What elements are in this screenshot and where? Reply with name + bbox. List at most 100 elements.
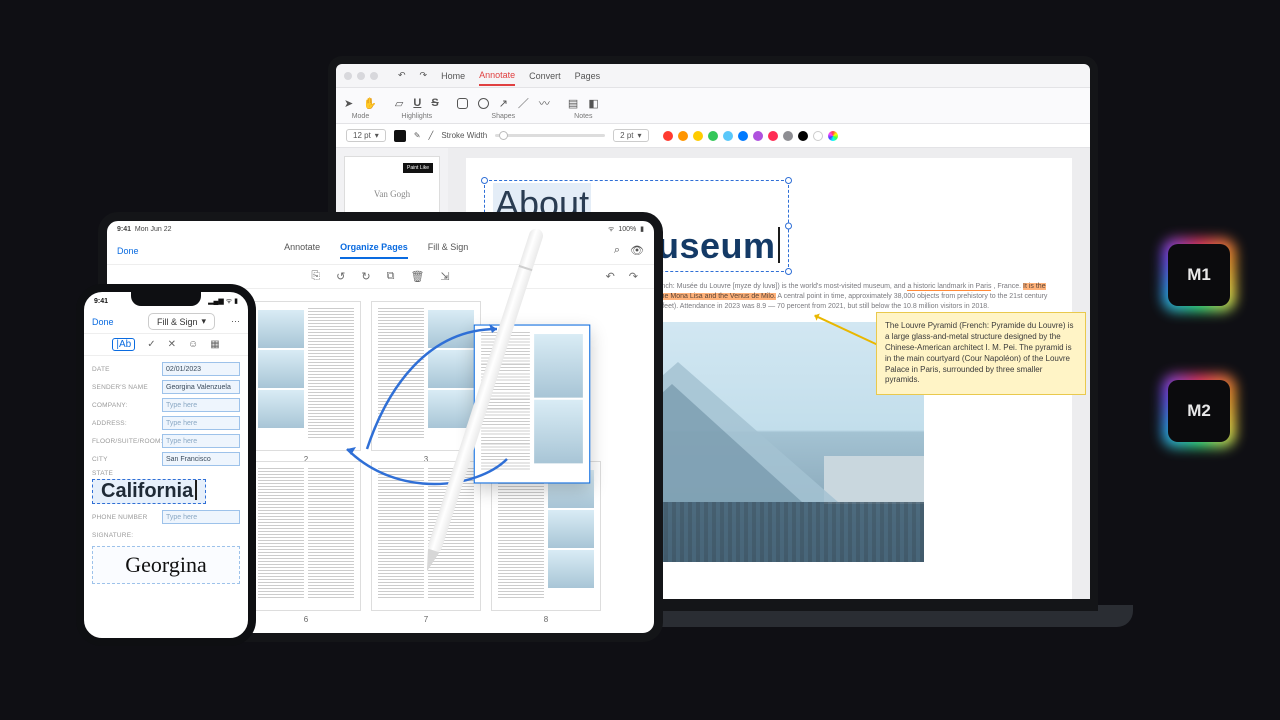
form-row: PHONE NUMBERType here (92, 508, 240, 526)
form-field[interactable]: Georgina Valenzuela (162, 380, 240, 394)
chevron-down-icon: ▾ (637, 131, 641, 140)
page-thumbnail[interactable]: 2 (251, 301, 361, 451)
hand-icon[interactable]: ✋ (363, 97, 377, 110)
delete-icon[interactable]: 🗑 (410, 270, 424, 283)
rotate-right-icon[interactable]: ↻ (361, 270, 370, 283)
form-row: COMPANY:Type here (92, 396, 240, 414)
form-row: ADDRESS:Type here (92, 414, 240, 432)
color-palette[interactable] (663, 131, 838, 141)
signal-icon: ▂▄▆ (208, 298, 224, 305)
rounded-rect-icon[interactable] (457, 98, 468, 109)
stroke-width-field[interactable]: 2 pt▾ (613, 129, 648, 142)
form-field[interactable]: 02/01/2023 (162, 362, 240, 376)
apple-m1-chip-badge: M1 (1168, 244, 1230, 306)
tab-convert[interactable]: Convert (529, 67, 561, 85)
form-row: SIGNATURE: (92, 526, 240, 544)
form-area: DATE02/01/2023 SENDER'S NAMEGeorgina Val… (84, 356, 248, 588)
ipad-status-bar: 9:41 Mon Jun 22 ᯤ 100% ▮ (107, 221, 654, 237)
mac-format-bar: 12 pt▾ ✎ ╱ Stroke Width 2 pt▾ (336, 124, 1090, 148)
undo-icon[interactable]: ↶ (398, 70, 406, 81)
tool-group-notes: ▤ ◧ Notes (568, 95, 599, 123)
window-controls[interactable] (344, 72, 378, 80)
duplicate-icon[interactable]: ⧉ (387, 270, 395, 283)
iphone-fill-toolbar: |Ab ✓ ✕ ☺ ▦ (84, 334, 248, 356)
wifi-icon: ᯤ (226, 298, 232, 305)
cursor-icon[interactable]: ➤ (344, 97, 353, 110)
active-text-field[interactable]: California (92, 479, 206, 504)
wifi-icon: ᯤ (608, 226, 614, 233)
mac-tab-bar: ↶ ↷ Home Annotate Convert Pages (336, 64, 1090, 88)
tab-annotate[interactable]: Annotate (284, 242, 320, 259)
text-cursor (778, 227, 780, 263)
form-row: DATE02/01/2023 (92, 360, 240, 378)
redo-icon[interactable]: ↷ (420, 70, 428, 81)
color-picker-icon (828, 131, 838, 141)
highlight-icon[interactable]: ▱ (395, 97, 403, 110)
font-size-field[interactable]: 12 pt▾ (346, 129, 386, 142)
fill-color-swatch[interactable] (394, 130, 406, 142)
cross-icon[interactable]: ✕ (168, 339, 176, 350)
iphone-device: 9:41 ▂▄▆ ᯤ ▮ Done Fill & Sign▾ ⋯ |Ab ✓ ✕… (76, 284, 256, 646)
form-field[interactable]: Type here (162, 510, 240, 524)
strike-icon[interactable]: S (431, 97, 438, 109)
battery-icon: ▮ (234, 298, 238, 305)
form-field[interactable]: Type here (162, 416, 240, 430)
done-button[interactable]: Done (117, 246, 139, 256)
tool-group-mode: ➤ ✋ Mode (344, 95, 377, 123)
form-row: CITYSan Francisco (92, 450, 240, 468)
page-thumbnail[interactable]: 3 (371, 301, 481, 451)
redo-icon[interactable]: ↷ (629, 270, 638, 283)
sticky-icon[interactable]: ◧ (588, 97, 598, 110)
undo-icon[interactable]: ↶ (606, 270, 615, 283)
checkmark-icon[interactable]: ✓ (147, 339, 155, 350)
tab-pages[interactable]: Pages (575, 67, 601, 85)
more-icon[interactable]: ⋯ (231, 316, 240, 327)
note-icon[interactable]: ▤ (568, 97, 578, 110)
page-thumbnail[interactable]: 6 (251, 461, 361, 611)
stroke-width-label: Stroke Width (441, 131, 487, 140)
ipad-nav-bar: Done Annotate Organize Pages Fill & Sign… (107, 237, 654, 265)
tab-home[interactable]: Home (441, 67, 465, 85)
tool-group-shapes: ↗ ／ 〰 Shapes (457, 95, 550, 123)
apple-m2-chip-badge: M2 (1168, 380, 1230, 442)
text-field-tool-icon[interactable]: |Ab (112, 338, 135, 351)
line-tool-icon[interactable]: ╱ (429, 131, 434, 140)
mac-ribbon: ➤ ✋ Mode ▱ U S Highlights ↗ ／ (336, 88, 1090, 124)
form-field[interactable]: San Francisco (162, 452, 240, 466)
mode-selector[interactable]: Fill & Sign▾ (148, 313, 215, 330)
form-row: STATE (92, 470, 240, 477)
tab-organize-pages[interactable]: Organize Pages (340, 242, 408, 259)
rotate-left-icon[interactable]: ↺ (336, 270, 345, 283)
iphone-nav-bar: Done Fill & Sign▾ ⋯ (84, 310, 248, 334)
profile-icon[interactable]: ☺ (188, 339, 198, 350)
page-thumbnail[interactable]: 7 (371, 461, 481, 611)
tool-group-highlights: ▱ U S Highlights (395, 95, 439, 123)
view-icon[interactable]: 👁 (630, 244, 644, 257)
chevron-down-icon: ▾ (375, 131, 379, 140)
insert-page-icon[interactable]: ⎘ (311, 270, 320, 283)
search-icon[interactable]: ⌕ (614, 244, 620, 257)
done-button[interactable]: Done (92, 317, 114, 327)
form-row: FLOOR/SUITE/ROOM:Type here (92, 432, 240, 450)
iphone-notch (131, 292, 201, 306)
underline-icon[interactable]: U (413, 97, 421, 109)
tab-fill-sign[interactable]: Fill & Sign (428, 242, 469, 259)
line-icon[interactable]: ／ (518, 95, 529, 111)
page-thumbnail[interactable]: 8 (491, 461, 601, 611)
signature-field[interactable]: Georgina (92, 546, 240, 584)
stroke-width-slider[interactable] (495, 134, 605, 137)
extract-icon[interactable]: ⇲ (440, 270, 449, 283)
image-icon[interactable]: ▦ (210, 339, 219, 350)
pen-icon[interactable]: ✎ (414, 131, 421, 140)
chevron-down-icon: ▾ (201, 316, 206, 327)
form-field[interactable]: Type here (162, 434, 240, 448)
tab-annotate[interactable]: Annotate (479, 66, 515, 86)
arrow-icon[interactable]: ↗ (499, 97, 508, 110)
form-field[interactable]: Type here (162, 398, 240, 412)
text-cursor (195, 480, 197, 500)
annotation-note[interactable]: The Louvre Pyramid (French: Pyramide du … (876, 312, 1086, 395)
freehand-icon[interactable]: 〰 (539, 95, 550, 111)
battery-icon: ▮ (640, 226, 644, 233)
circle-icon[interactable] (478, 98, 489, 109)
form-row: SENDER'S NAMEGeorgina Valenzuela (92, 378, 240, 396)
